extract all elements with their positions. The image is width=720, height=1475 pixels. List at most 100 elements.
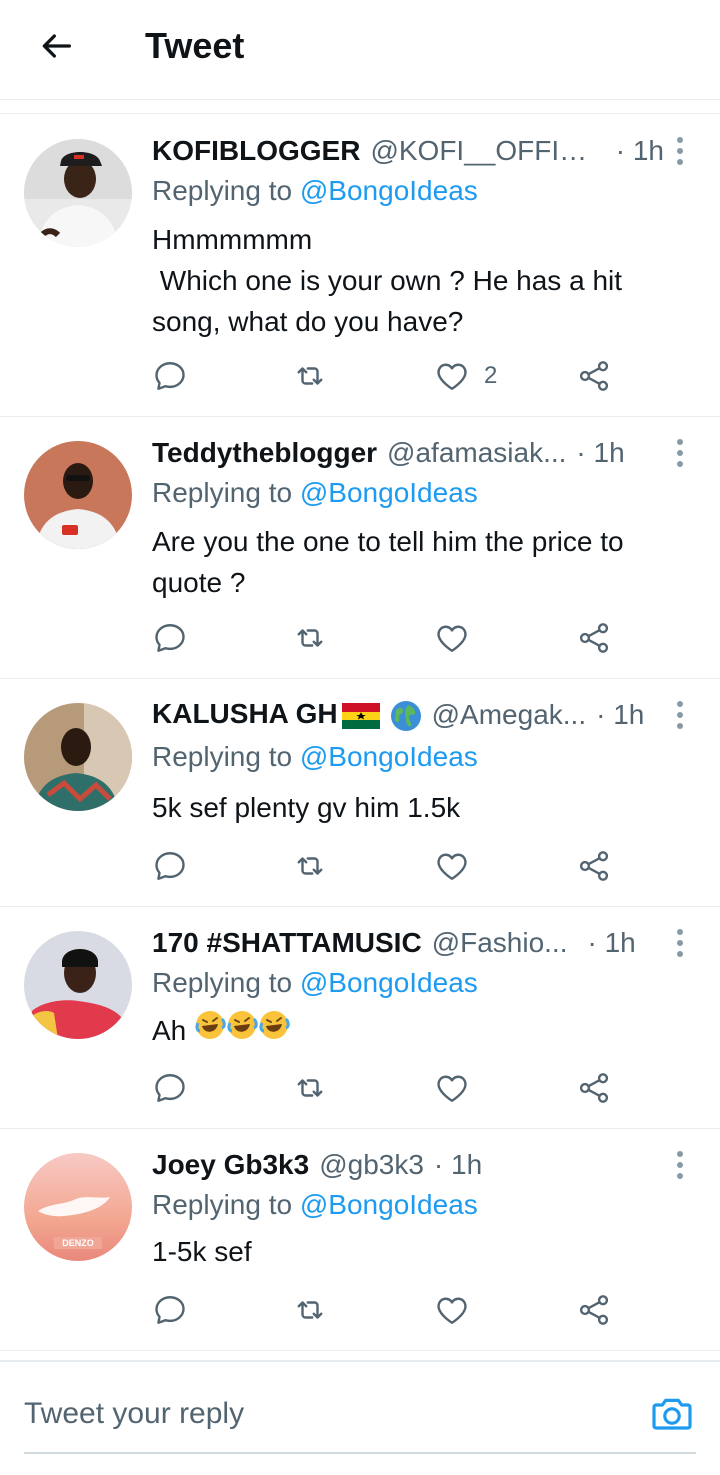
display-name[interactable]: 170 #SHATTAMUSIC <box>152 927 422 959</box>
share-button[interactable] <box>576 846 612 886</box>
replying-to-link[interactable]: @BongoIdeas <box>300 1189 478 1220</box>
like-button[interactable] <box>434 1290 470 1330</box>
retweet-button[interactable] <box>292 1290 328 1330</box>
tweet-text: 5k sef plenty gv him 1.5k <box>152 792 461 823</box>
like-button[interactable] <box>434 1068 470 1108</box>
input-underline <box>24 1452 696 1454</box>
share-button[interactable] <box>576 1290 612 1330</box>
share-button[interactable] <box>576 618 612 658</box>
action-bar <box>152 846 632 886</box>
share-icon <box>579 1073 609 1103</box>
handle[interactable]: @Amegak... <box>432 699 586 731</box>
like-button[interactable] <box>434 846 470 886</box>
replying-to: Replying to @BongoIdeas <box>152 175 478 207</box>
reply-composer <box>0 1360 720 1475</box>
share-icon <box>579 623 609 653</box>
replying-to-link[interactable]: @BongoIdeas <box>300 477 478 508</box>
heart-icon <box>437 625 467 652</box>
share-button[interactable] <box>576 1068 612 1108</box>
retweet-icon <box>297 857 323 875</box>
arrow-left-icon <box>42 34 71 58</box>
display-name[interactable]: Joey Gb3k3 <box>152 1149 309 1181</box>
ghana-flag-icon <box>341 702 380 729</box>
like-count: 2 <box>484 362 498 389</box>
laughing-emoji-icon <box>226 1009 258 1052</box>
tweet-header: Joey Gb3k3 @gb3k3 · 1h <box>152 1147 664 1183</box>
heart-icon <box>437 1297 467 1324</box>
retweet-icon <box>297 1301 323 1319</box>
handle[interactable]: @Fashio... <box>432 927 568 959</box>
like-button[interactable]: 2 <box>434 356 497 396</box>
share-button[interactable] <box>576 356 612 396</box>
display-name[interactable]: KOFIBLOGGER <box>152 135 360 167</box>
tweet-text-content: Ah <box>152 1015 195 1046</box>
heart-icon <box>437 853 467 880</box>
reply-tweet[interactable]: KALUSHA GH @Amegak... · 1h Replying to @… <box>0 679 720 907</box>
replying-label: Replying to <box>152 967 300 998</box>
reply-button[interactable] <box>152 1068 188 1108</box>
avatar[interactable] <box>24 441 132 549</box>
retweet-icon <box>297 1079 323 1097</box>
replying-label: Replying to <box>152 175 300 206</box>
like-button[interactable] <box>434 618 470 658</box>
retweet-button[interactable] <box>292 356 328 396</box>
display-name[interactable]: Teddytheblogger <box>152 437 377 469</box>
back-button[interactable] <box>34 24 78 68</box>
retweet-icon <box>297 629 323 647</box>
tweet-text: Ah <box>152 1009 680 1052</box>
avatar[interactable] <box>24 139 132 247</box>
avatar[interactable]: DENZO <box>24 1153 132 1261</box>
reply-tweet[interactable]: 170 #SHATTAMUSIC @Fashio... · 1h Replyin… <box>0 907 720 1129</box>
reply-icon <box>155 1074 185 1102</box>
timestamp[interactable]: · 1h <box>616 135 664 167</box>
reply-tweet[interactable]: Teddytheblogger @afamasiak... · 1h Reply… <box>0 417 720 679</box>
more-options-button[interactable] <box>670 435 690 471</box>
divider <box>0 100 720 114</box>
replying-label: Replying to <box>152 477 300 508</box>
action-bar: 2 <box>152 356 632 396</box>
timestamp[interactable]: · 1h <box>576 437 624 469</box>
handle[interactable]: @KOFI__OFFICI... <box>370 135 605 167</box>
replying-to-link[interactable]: @BongoIdeas <box>300 175 478 206</box>
avatar-text: DENZO <box>62 1238 94 1248</box>
camera-button[interactable] <box>648 1390 696 1438</box>
display-name[interactable]: KALUSHA GH <box>152 698 422 732</box>
replying-to: Replying to @BongoIdeas <box>152 967 478 999</box>
tweet-text: Hmmmmmm Which one is your own ? He has a… <box>152 224 623 337</box>
page-title: Tweet <box>145 25 245 66</box>
reply-icon <box>155 852 185 880</box>
timestamp[interactable]: · 1h <box>596 699 644 731</box>
tweet-text: 1-5k sef <box>152 1236 252 1267</box>
handle[interactable]: @gb3k3 <box>319 1149 424 1181</box>
retweet-button[interactable] <box>292 618 328 658</box>
laughing-emoji-icon <box>258 1009 290 1052</box>
action-bar <box>152 1068 632 1108</box>
retweet-button[interactable] <box>292 1068 328 1108</box>
more-options-button[interactable] <box>670 925 690 961</box>
tweet-text: Are you the one to tell him the price to… <box>152 526 632 598</box>
more-options-button[interactable] <box>670 1147 690 1183</box>
retweet-button[interactable] <box>292 846 328 886</box>
replying-to-link[interactable]: @BongoIdeas <box>300 967 478 998</box>
reply-button[interactable] <box>152 618 188 658</box>
reply-button[interactable] <box>152 846 188 886</box>
avatar[interactable] <box>24 703 132 811</box>
reply-tweet[interactable]: KOFIBLOGGER @KOFI__OFFICI... · 1h Replyi… <box>0 115 720 417</box>
globe-icon <box>390 700 422 732</box>
reply-button[interactable] <box>152 356 188 396</box>
timestamp[interactable]: · 1h <box>434 1149 482 1181</box>
more-options-button[interactable] <box>670 697 690 733</box>
reply-button[interactable] <box>152 1290 188 1330</box>
share-icon <box>579 851 609 881</box>
reply-icon <box>155 624 185 652</box>
reply-icon <box>155 1296 185 1324</box>
reply-tweet[interactable]: DENZO Joey Gb3k3 @gb3k3 · 1h Replying to… <box>0 1129 720 1351</box>
timestamp[interactable]: · 1h <box>588 927 636 959</box>
replying-to: Replying to @BongoIdeas <box>152 1189 478 1221</box>
handle[interactable]: @afamasiak... <box>387 437 566 469</box>
avatar[interactable] <box>24 931 132 1039</box>
reply-input[interactable] <box>24 1392 584 1436</box>
heart-icon <box>437 1075 467 1102</box>
replying-to-link[interactable]: @BongoIdeas <box>300 741 478 772</box>
more-options-button[interactable] <box>670 133 690 169</box>
